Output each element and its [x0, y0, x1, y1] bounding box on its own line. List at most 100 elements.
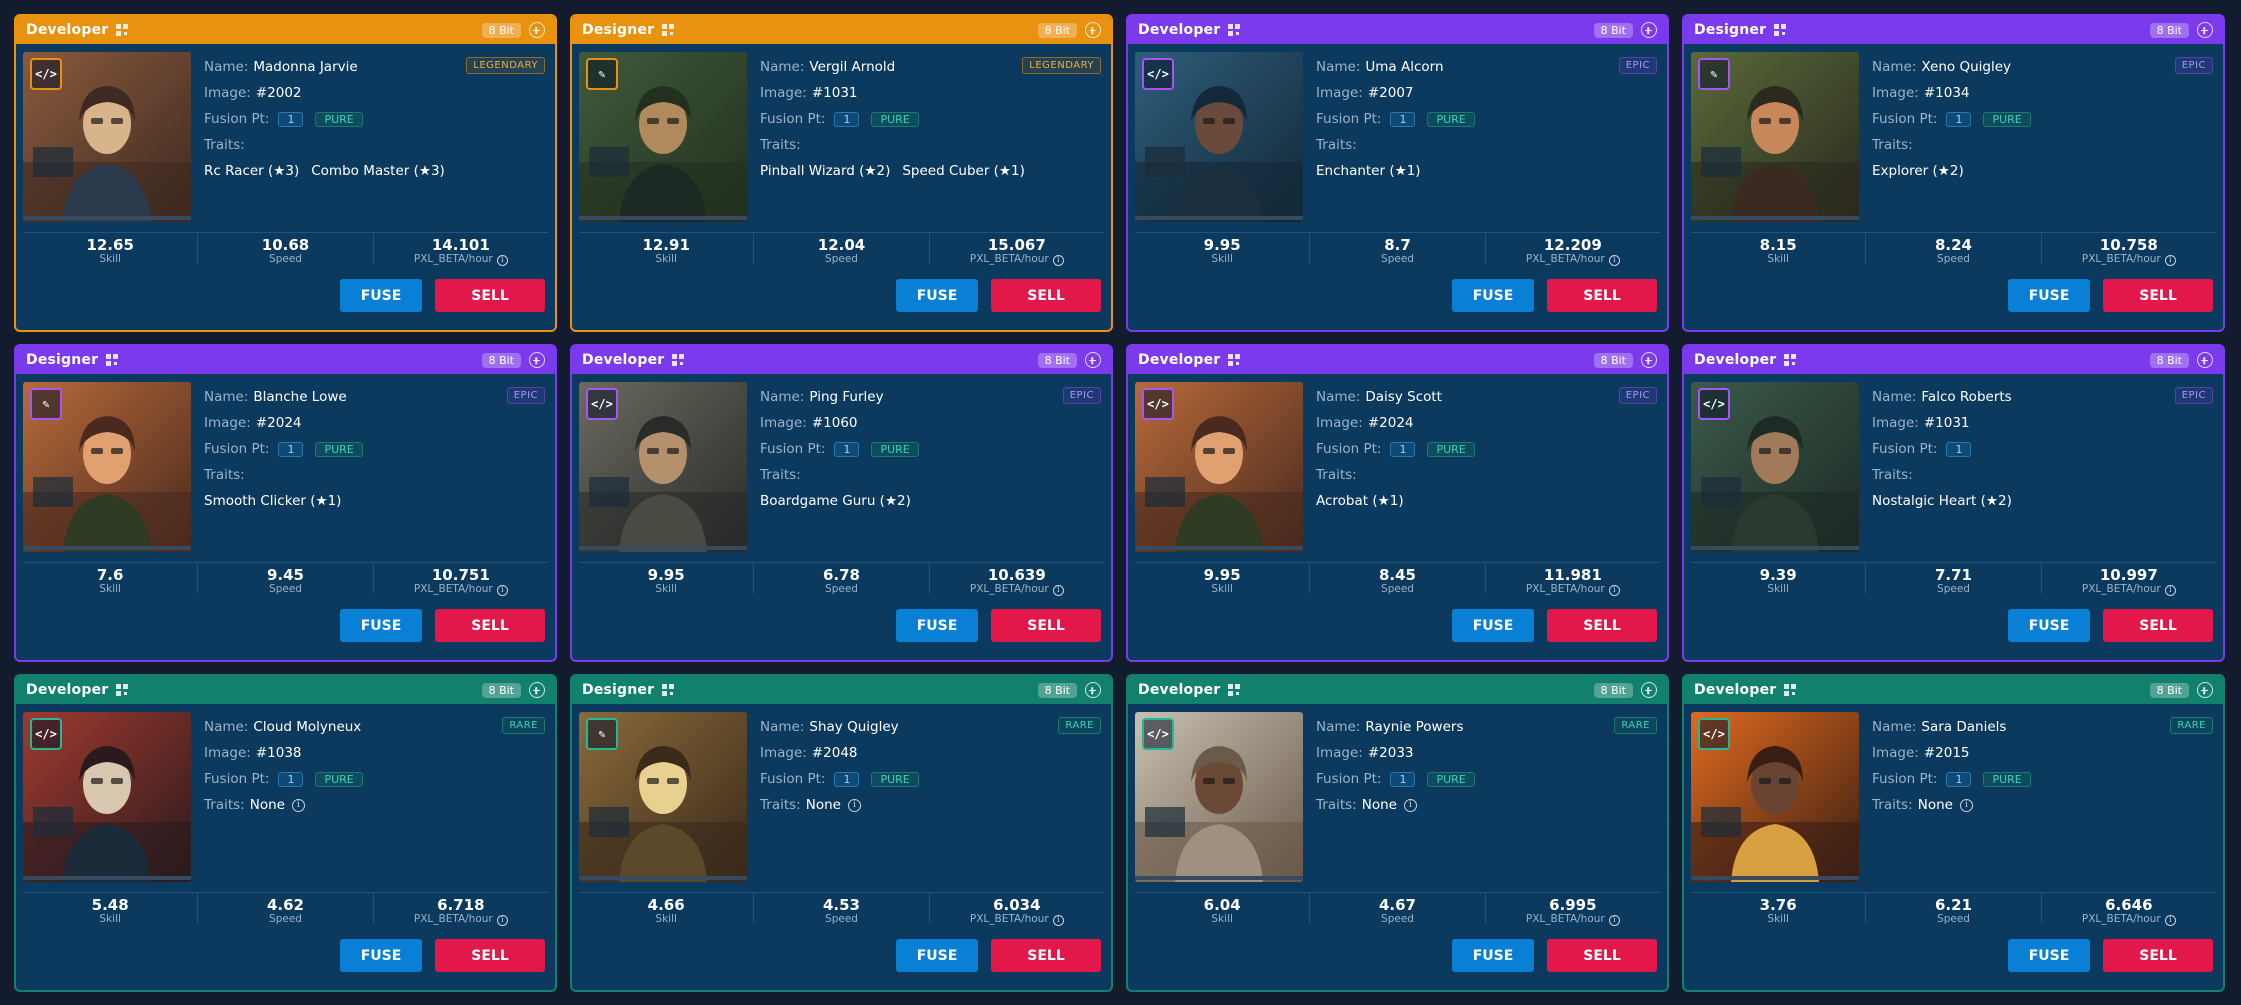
info-icon[interactable]: i — [2164, 914, 2176, 926]
info-icon[interactable]: i — [496, 584, 508, 596]
info-icon[interactable]: i — [1608, 914, 1620, 926]
rate-value: 10.639 — [987, 566, 1046, 584]
fuse-button[interactable]: FUSE — [2008, 939, 2090, 972]
sell-button[interactable]: SELL — [435, 939, 545, 972]
fuse-button[interactable]: FUSE — [1452, 939, 1534, 972]
sell-button[interactable]: SELL — [2103, 939, 2213, 972]
info-icon[interactable]: i — [1052, 254, 1064, 266]
stats-bar: 7.6 Skill 9.45 Speed 10.751 PXL_BETA/hou… — [23, 562, 548, 596]
sell-button[interactable]: SELL — [991, 939, 1101, 972]
fusion-points: 1 — [1946, 441, 1972, 457]
qr-code-icon[interactable] — [672, 354, 685, 366]
sell-button[interactable]: SELL — [1547, 609, 1657, 642]
bit-badge: 8 Bit — [1593, 682, 1633, 698]
traits-row: Traits: None i — [1316, 792, 1657, 818]
fuse-button[interactable]: FUSE — [340, 939, 422, 972]
info-icon[interactable]: i — [2164, 254, 2176, 266]
pure-badge: PURE — [1983, 771, 2031, 787]
qr-code-icon[interactable] — [106, 354, 119, 366]
qr-code-icon[interactable] — [1784, 354, 1797, 366]
trait-item: Acrobat (★1) — [1316, 493, 1404, 509]
expand-icon[interactable] — [2197, 352, 2213, 368]
info-icon[interactable]: i — [291, 798, 305, 812]
fuse-button[interactable]: FUSE — [896, 279, 978, 312]
speed-stat: 9.45 Speed — [198, 563, 374, 595]
stats-bar: 5.48 Skill 4.62 Speed 6.718 PXL_BETA/hou… — [23, 892, 548, 926]
info-icon[interactable]: i — [1959, 798, 1973, 812]
fusion-points: 1 — [278, 111, 304, 127]
expand-icon[interactable] — [529, 352, 545, 368]
info-icon[interactable]: i — [1608, 254, 1620, 266]
qr-code-icon[interactable] — [1228, 684, 1241, 696]
pure-badge: PURE — [1427, 771, 1475, 787]
expand-icon[interactable] — [1085, 22, 1101, 38]
sell-button[interactable]: SELL — [991, 279, 1101, 312]
qr-code-icon[interactable] — [1228, 354, 1241, 366]
stats-bar: 8.15 Skill 8.24 Speed 10.758 PXL_BETA/ho… — [1691, 232, 2216, 266]
image-row: Image: #1038 — [204, 740, 545, 766]
expand-icon[interactable] — [1641, 22, 1657, 38]
rate-value: 12.209 — [1543, 236, 1602, 254]
expand-icon[interactable] — [1085, 352, 1101, 368]
sell-button[interactable]: SELL — [1547, 279, 1657, 312]
expand-icon[interactable] — [2197, 682, 2213, 698]
stats-bar: 6.04 Skill 4.67 Speed 6.995 PXL_BETA/hou… — [1135, 892, 1660, 926]
image-id: #2015 — [1923, 745, 1970, 761]
skill-label: Skill — [1211, 913, 1233, 925]
expand-icon[interactable] — [529, 682, 545, 698]
sell-button[interactable]: SELL — [1547, 939, 1657, 972]
qr-code-icon[interactable] — [662, 684, 675, 696]
fusion-label: Fusion Pt: — [1872, 441, 1938, 457]
info-icon[interactable]: i — [847, 798, 861, 812]
code-icon: </> — [1142, 718, 1174, 750]
portrait-progress-bar — [1691, 876, 1859, 880]
image-label: Image: — [760, 415, 807, 431]
expand-icon[interactable] — [1641, 682, 1657, 698]
rate-label-row: PXL_BETA/hour i — [2042, 583, 2216, 596]
card-info: RARE Name: Sara Daniels Image: #2015 Fus… — [1872, 714, 2213, 818]
stats-bar: 9.95 Skill 8.45 Speed 11.981 PXL_BETA/ho… — [1135, 562, 1660, 596]
bit-badge: 8 Bit — [1037, 22, 1077, 38]
expand-icon[interactable] — [529, 22, 545, 38]
skill-label: Skill — [655, 913, 677, 925]
fusion-row: Fusion Pt: 1 PURE — [1316, 766, 1657, 792]
fuse-button[interactable]: FUSE — [340, 609, 422, 642]
sell-button[interactable]: SELL — [435, 279, 545, 312]
qr-code-icon[interactable] — [1774, 24, 1787, 36]
info-icon[interactable]: i — [2164, 584, 2176, 596]
card-info: RARE Name: Cloud Molyneux Image: #1038 F… — [204, 714, 545, 818]
rate-stat: 6.034 PXL_BETA/hour i — [930, 893, 1104, 926]
qr-code-icon[interactable] — [116, 684, 129, 696]
role-title: Developer — [1138, 682, 1221, 698]
fuse-button[interactable]: FUSE — [2008, 279, 2090, 312]
sell-button[interactable]: SELL — [991, 609, 1101, 642]
expand-icon[interactable] — [1641, 352, 1657, 368]
fuse-button[interactable]: FUSE — [340, 279, 422, 312]
image-label: Image: — [1872, 415, 1919, 431]
info-icon[interactable]: i — [1052, 914, 1064, 926]
fuse-button[interactable]: FUSE — [896, 609, 978, 642]
info-icon[interactable]: i — [1403, 798, 1417, 812]
rarity-badge: EPIC — [1618, 387, 1657, 404]
info-icon[interactable]: i — [1052, 584, 1064, 596]
qr-code-icon[interactable] — [1784, 684, 1797, 696]
stats-bar: 9.39 Skill 7.71 Speed 10.997 PXL_BETA/ho… — [1691, 562, 2216, 596]
expand-icon[interactable] — [1085, 682, 1101, 698]
info-icon[interactable]: i — [496, 254, 508, 266]
sell-button[interactable]: SELL — [435, 609, 545, 642]
fuse-button[interactable]: FUSE — [1452, 279, 1534, 312]
sell-button[interactable]: SELL — [2103, 609, 2213, 642]
fuse-button[interactable]: FUSE — [896, 939, 978, 972]
info-icon[interactable]: i — [1608, 584, 1620, 596]
skill-stat: 3.76 Skill — [1691, 893, 1867, 925]
info-icon[interactable]: i — [496, 914, 508, 926]
qr-code-icon[interactable] — [1228, 24, 1241, 36]
nft-card: Designer 8 Bit ✎ EPIC Name: — [1682, 14, 2225, 332]
sell-button[interactable]: SELL — [2103, 279, 2213, 312]
qr-code-icon[interactable] — [116, 24, 129, 36]
qr-code-icon[interactable] — [662, 24, 675, 36]
fuse-button[interactable]: FUSE — [2008, 609, 2090, 642]
expand-icon[interactable] — [2197, 22, 2213, 38]
nft-card: Developer 8 Bit </> LEGENDARY Name: Mado… — [14, 14, 557, 332]
fuse-button[interactable]: FUSE — [1452, 609, 1534, 642]
